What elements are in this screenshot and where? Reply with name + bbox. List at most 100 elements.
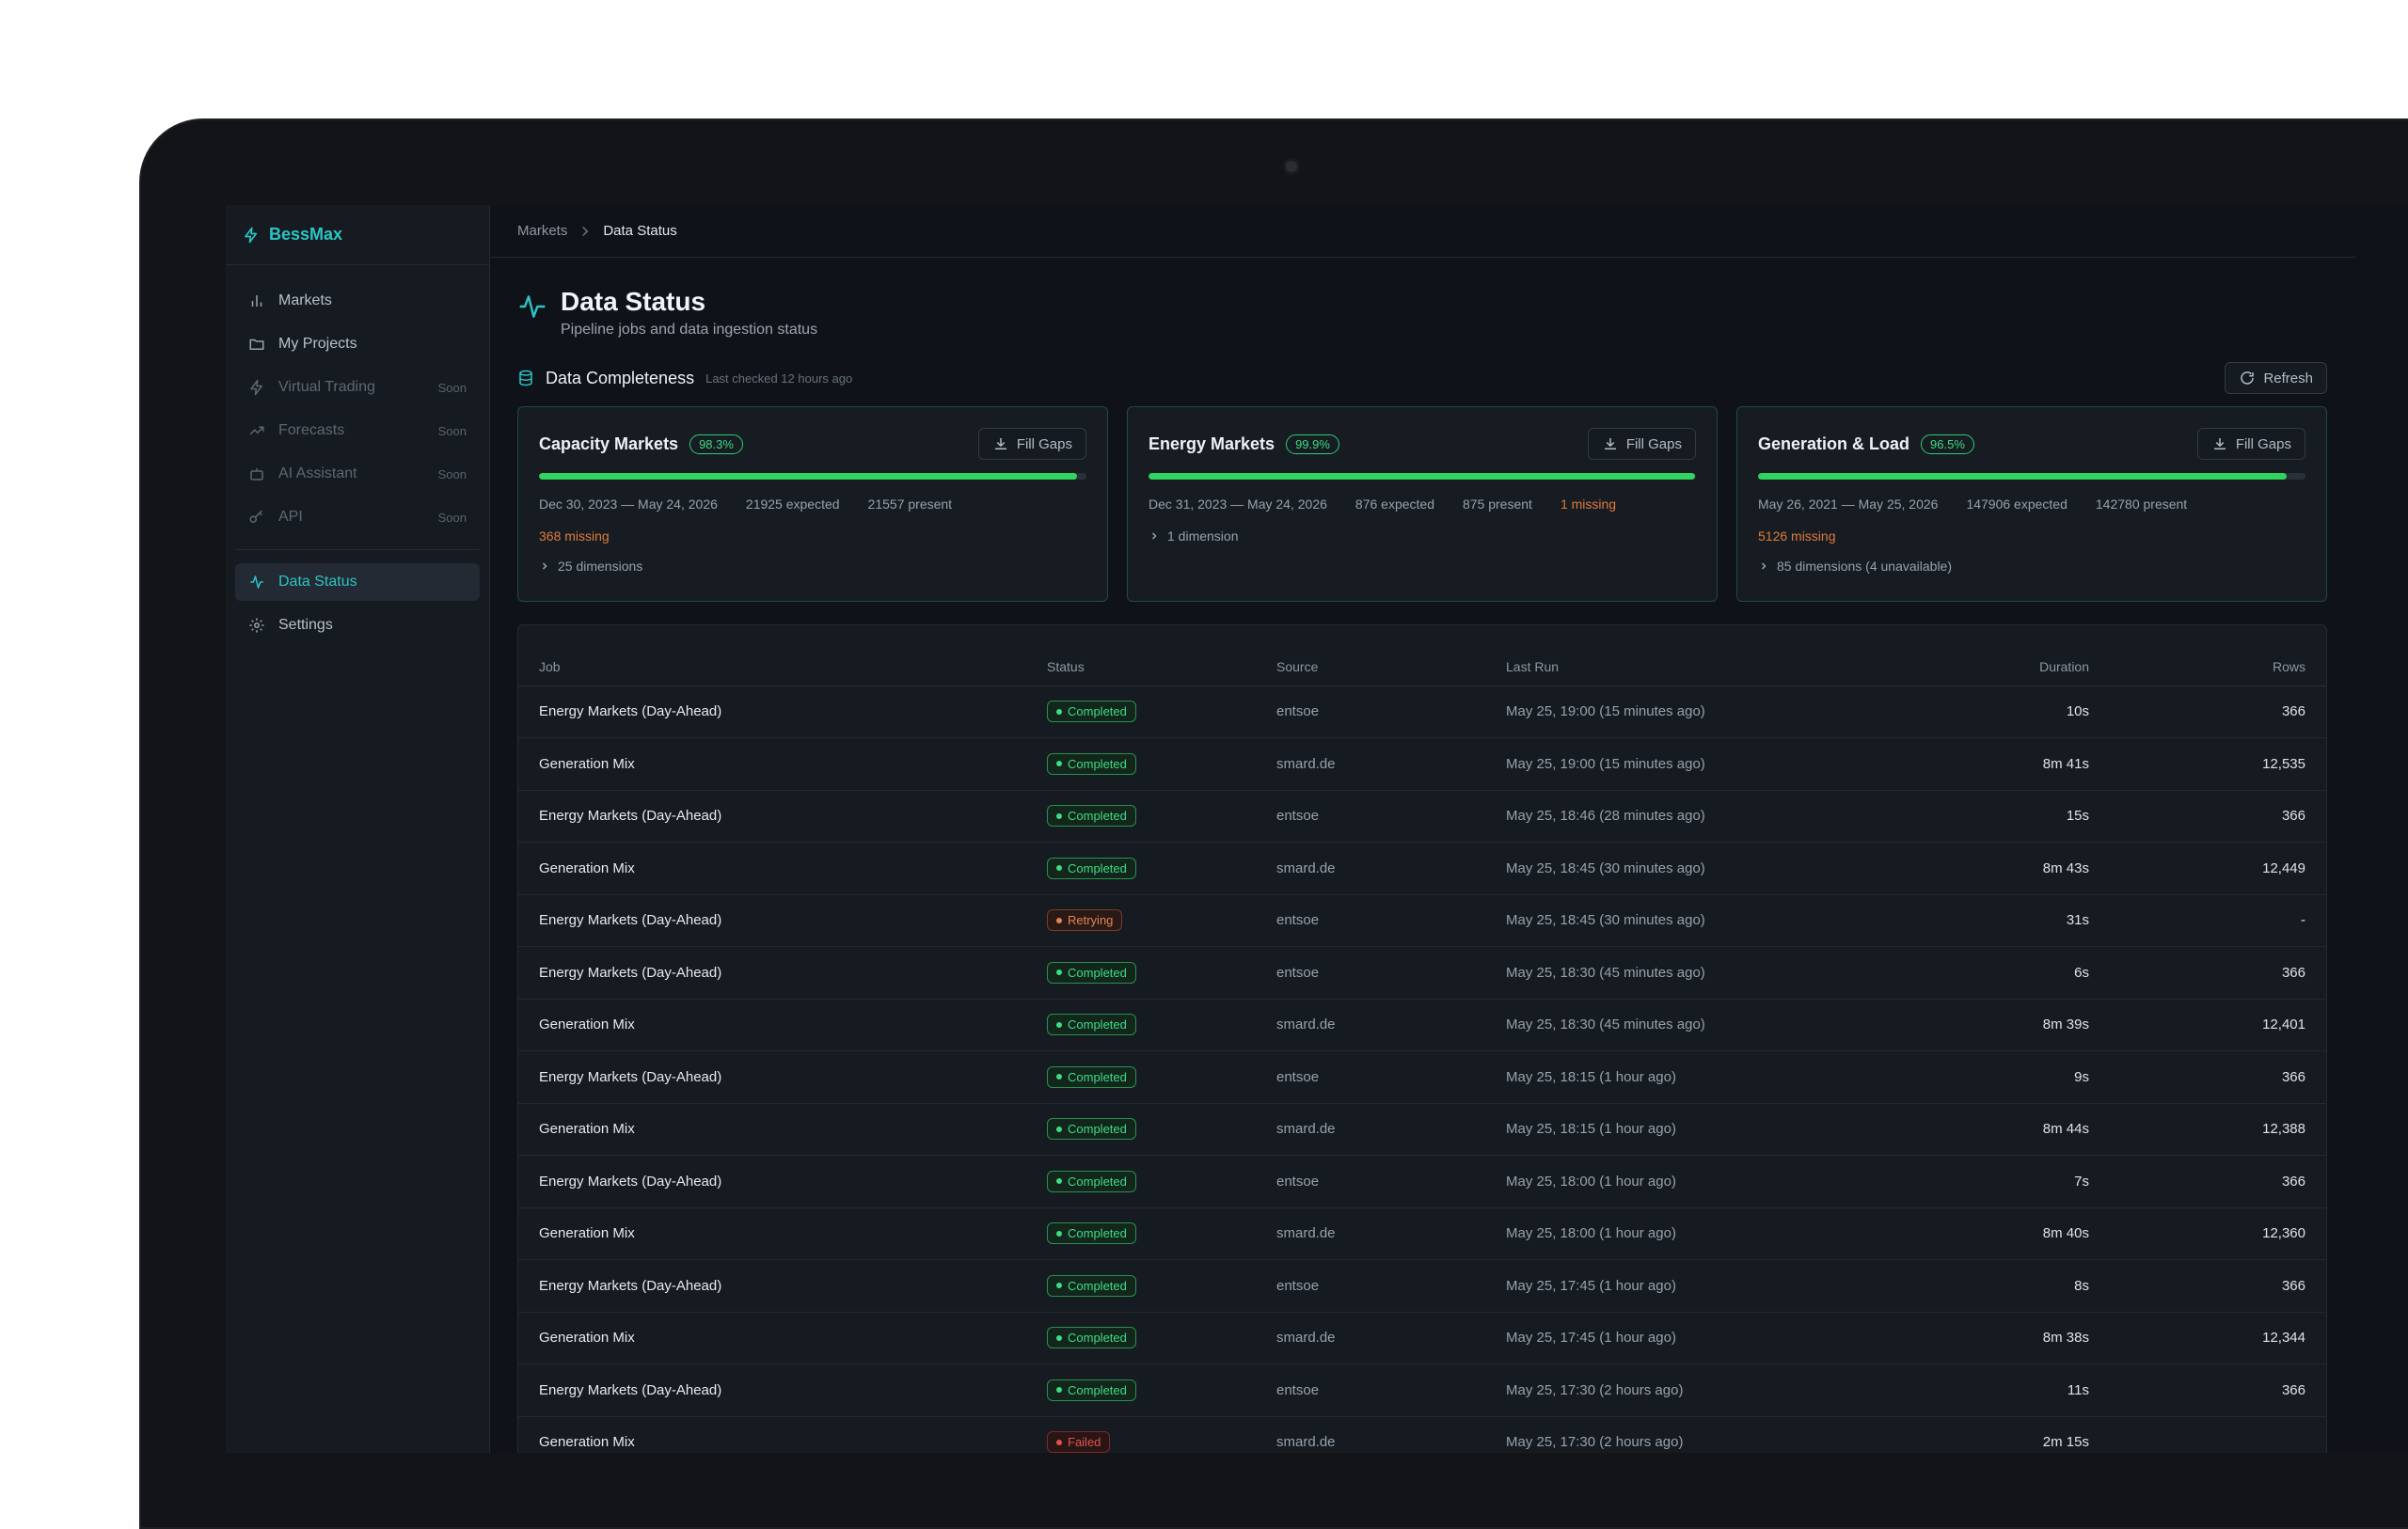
dimensions-toggle[interactable]: 85 dimensions (4 unavailable) — [1758, 559, 2305, 574]
missing-count: 1 missing — [1560, 497, 1617, 512]
status-dot — [1056, 812, 1062, 819]
job-name: Energy Markets (Day-Ahead) — [518, 894, 1047, 947]
status-dot — [1056, 1126, 1062, 1132]
table-row[interactable]: Energy Markets (Day-Ahead) Retrying entsoe… — [518, 894, 2326, 947]
table-row[interactable]: Energy Markets (Day-Ahead) Completed entso… — [518, 1259, 2326, 1313]
duration-cell: 8m 43s — [1939, 842, 2089, 895]
rows-cell: 366 — [2089, 946, 2326, 1000]
last-run-cell: May 25, 18:00 (1 hour ago) — [1506, 1207, 1939, 1260]
fill-gaps-button[interactable]: Fill Gaps — [977, 428, 1086, 460]
duration-cell: 8m 41s — [1939, 737, 2089, 791]
table-row[interactable]: Energy Markets (Day-Ahead) Completed entso… — [518, 1155, 2326, 1208]
status-badge: Completed — [1047, 1118, 1136, 1141]
brand[interactable]: BessMax — [226, 205, 489, 265]
completeness-cards: Capacity Markets 98.3% Fill Gaps Dec 30,… — [517, 406, 2327, 602]
expected-count: 21925 expected — [745, 497, 840, 512]
sidebar-item-label: Forecasts — [278, 422, 345, 438]
chevron-right-icon — [1758, 560, 1769, 572]
expected-count: 876 expected — [1354, 497, 1434, 512]
completeness-header: Data Completeness Last checked 12 hours … — [517, 362, 2327, 394]
last-run-cell: May 25, 18:15 (1 hour ago) — [1506, 1103, 1939, 1156]
date-range: Dec 31, 2023 — May 24, 2026 — [1149, 497, 1327, 512]
status-badge: Completed — [1047, 805, 1136, 828]
status-dot — [1056, 1283, 1062, 1289]
status-cell: Completed — [1047, 1363, 1276, 1417]
status-cell: Completed — [1047, 1050, 1276, 1104]
job-name: Generation Mix — [518, 737, 1047, 791]
fill-gaps-label: Fill Gaps — [2235, 435, 2291, 452]
table-row[interactable]: Generation Mix Failed smard.de May 25, 17:3… — [518, 1416, 2326, 1453]
database-icon — [517, 370, 534, 386]
last-run-cell: May 25, 17:30 (2 hours ago) — [1506, 1416, 1939, 1453]
progress-bar — [1149, 473, 1696, 480]
refresh-button[interactable]: Refresh — [2225, 362, 2327, 394]
sidebar-item-forecasts: Forecasts Soon — [235, 412, 480, 449]
rows-cell: 366 — [2089, 1259, 2326, 1313]
rows-cell: 366 — [2089, 790, 2326, 843]
rows-cell: 12,388 — [2089, 1103, 2326, 1156]
fill-gaps-button[interactable]: Fill Gaps — [1587, 428, 1696, 460]
dimensions-toggle[interactable]: 1 dimension — [1149, 528, 1696, 544]
status-label: Retrying — [1068, 913, 1114, 928]
rows-cell: - — [2089, 894, 2326, 947]
breadcrumb-markets[interactable]: Markets — [517, 223, 567, 239]
last-run-cell: May 25, 18:00 (1 hour ago) — [1506, 1155, 1939, 1208]
sidebar-item-label: API — [278, 509, 303, 525]
duration-cell: 7s — [1939, 1155, 2089, 1208]
rows-cell: 12,401 — [2089, 999, 2326, 1051]
duration-cell: 9s — [1939, 1050, 2089, 1104]
sidebar-item-my-projects[interactable]: My Projects — [235, 325, 480, 363]
table-row[interactable]: Energy Markets (Day-Ahead) Completed entso… — [518, 1050, 2326, 1104]
percent-badge: 96.5% — [1921, 433, 1974, 454]
status-badge: Completed — [1047, 961, 1136, 984]
duration-cell: 8m 39s — [1939, 999, 2089, 1051]
column-header-rows: Rows — [2089, 648, 2326, 686]
fill-gaps-button[interactable]: Fill Gaps — [2196, 428, 2305, 460]
table-row[interactable]: Energy Markets (Day-Ahead) Completed entso… — [518, 946, 2326, 1000]
breadcrumb: Markets Data Status — [491, 205, 2355, 258]
lightning-logo-icon — [243, 227, 260, 244]
status-badge: Completed — [1047, 1170, 1136, 1192]
refresh-icon — [2239, 370, 2256, 386]
sidebar-item-data-status[interactable]: Data Status — [235, 563, 480, 601]
job-name: Generation Mix — [518, 842, 1047, 895]
table-row[interactable]: Generation Mix Completed smard.de May 25, 1… — [518, 842, 2326, 895]
status-label: Completed — [1068, 965, 1127, 980]
table-row[interactable]: Energy Markets (Day-Ahead) Completed entso… — [518, 790, 2326, 843]
lightning-icon — [248, 379, 265, 396]
status-dot — [1056, 1439, 1062, 1445]
status-dot — [1056, 1230, 1062, 1237]
key-icon — [248, 509, 265, 526]
status-dot — [1056, 708, 1062, 715]
table-row[interactable]: Energy Markets (Day-Ahead) Completed entso… — [518, 1363, 2326, 1417]
page-subtitle: Pipeline jobs and data ingestion status — [561, 322, 818, 338]
soon-badge: Soon — [437, 510, 467, 525]
column-header-duration: Duration — [1939, 648, 2089, 686]
table-row[interactable]: Generation Mix Completed smard.de May 25, 1… — [518, 999, 2326, 1051]
table-row[interactable]: Generation Mix Completed smard.de May 25, 1… — [518, 1207, 2326, 1260]
table-row[interactable]: Generation Mix Completed smard.de May 25, 1… — [518, 737, 2326, 791]
rows-cell: 366 — [2089, 1155, 2326, 1208]
table-row[interactable]: Generation Mix Completed smard.de May 25, 1… — [518, 1312, 2326, 1364]
job-name: Energy Markets (Day-Ahead) — [518, 1259, 1047, 1313]
progress-bar — [539, 473, 1086, 480]
status-label: Completed — [1068, 1382, 1127, 1397]
job-name: Generation Mix — [518, 1103, 1047, 1156]
sidebar-item-settings[interactable]: Settings — [235, 607, 480, 644]
dimensions-label: 25 dimensions — [558, 559, 643, 574]
table-row[interactable]: Generation Mix Completed smard.de May 25, 1… — [518, 1103, 2326, 1156]
table-row[interactable]: Energy Markets (Day-Ahead) Completed entso… — [518, 686, 2326, 738]
sidebar-item-markets[interactable]: Markets — [235, 282, 480, 320]
dimensions-toggle[interactable]: 25 dimensions — [539, 559, 1086, 574]
sidebar-nav: Markets My Projects Virtual Trading Soon — [226, 265, 489, 644]
soon-badge: Soon — [437, 380, 467, 395]
status-label: Completed — [1068, 809, 1127, 824]
status-dot — [1056, 969, 1062, 976]
last-run-cell: May 25, 19:00 (15 minutes ago) — [1506, 686, 1939, 738]
status-badge: Completed — [1047, 1065, 1136, 1088]
status-cell: Completed — [1047, 999, 1276, 1051]
job-name: Energy Markets (Day-Ahead) — [518, 686, 1047, 738]
card-title: Generation & Load — [1758, 433, 1910, 453]
last-run-cell: May 25, 18:30 (45 minutes ago) — [1506, 999, 1939, 1051]
status-label: Completed — [1068, 756, 1127, 771]
